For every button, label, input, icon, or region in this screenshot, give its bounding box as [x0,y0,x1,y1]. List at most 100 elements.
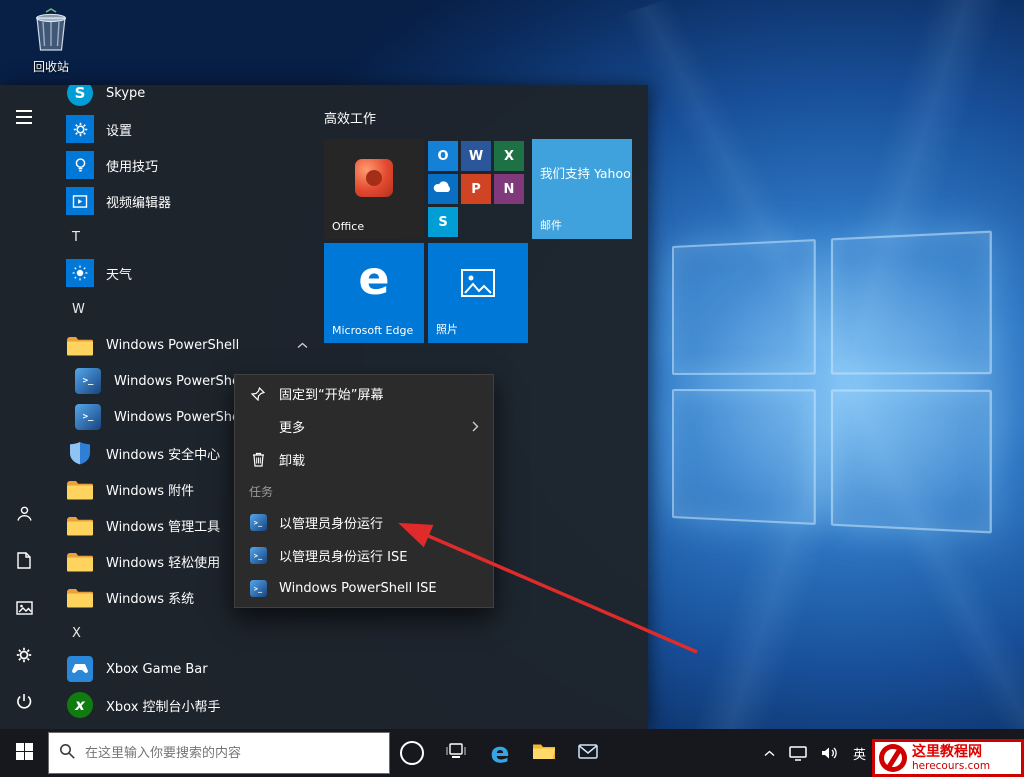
user-icon [16,505,33,526]
app-item-video-editor[interactable]: 视频编辑器 [48,183,324,219]
start-menu-rail [0,85,48,729]
cloud-icon [433,181,453,197]
tile-onedrive[interactable] [428,174,458,204]
task-view-icon [445,743,467,763]
pictures-button[interactable] [0,586,48,633]
section-header-t[interactable]: T [48,219,324,255]
skype-icon: S [66,85,94,107]
xbox-game-bar-icon [66,655,94,683]
power-button[interactable] [0,680,48,727]
tile-skype[interactable]: S [428,207,458,237]
tile-group-title[interactable]: 高效工作 [324,108,376,127]
edge-taskbar-button[interactable]: e [478,729,522,777]
cortana-button[interactable] [390,729,434,777]
windows-logo-pane [830,389,992,534]
blank-icon-space [249,418,267,436]
gear-icon [16,647,32,667]
app-item-settings[interactable]: 设置 [48,111,324,147]
chevron-right-icon [472,421,479,432]
start-button[interactable] [0,729,48,777]
app-item-xbox-console-companion[interactable]: x Xbox 控制台小帮手 [48,687,324,723]
tile-word[interactable]: W [461,141,491,171]
tile-excel[interactable]: X [494,141,524,171]
pin-icon [249,385,267,403]
context-item-run-ise-admin[interactable]: >_ 以管理员身份运行 ISE [235,539,493,572]
context-item-powershell-ise[interactable]: >_ Windows PowerShell ISE [235,572,493,605]
security-shield-icon [66,439,94,467]
photos-icon [461,269,495,301]
powershell-icon: >_ [74,367,102,395]
search-input[interactable] [83,744,379,762]
search-icon [59,743,75,763]
app-item-tips[interactable]: 使用技巧 [48,147,324,183]
section-header-x[interactable]: X [48,615,324,651]
power-icon [16,693,32,714]
folder-icon [66,511,94,539]
app-item-windows-powershell-folder[interactable]: Windows PowerShell [48,327,324,363]
show-hidden-icons-button[interactable] [764,729,775,777]
taskbar-search[interactable] [48,732,390,774]
windows-logo-icon [15,742,33,764]
tile-office-apps-grid: O W X P N S [428,139,528,241]
section-header-w[interactable]: W [48,291,324,327]
app-item-skype[interactable]: S Skype [48,85,324,111]
app-item-weather[interactable]: 天气 [48,255,324,291]
windows-logo-pane [672,389,816,525]
recycle-bin-label: 回收站 [32,60,69,74]
trash-icon [249,451,267,469]
tile-photos[interactable]: 照片 [428,243,528,343]
powershell-ise-icon: >_ [249,580,267,598]
file-explorer-button[interactable] [522,729,566,777]
tips-bulb-icon [66,151,94,179]
tile-powerpoint[interactable]: P [461,174,491,204]
chevron-up-icon[interactable] [297,342,308,349]
watermark-text: 这里教程网 herecours.com [912,744,990,772]
edge-logo-icon: e [358,251,390,305]
settings-button[interactable] [0,633,48,680]
network-icon[interactable] [789,729,807,777]
tile-office[interactable]: Office [324,139,424,239]
folder-icon [532,742,556,765]
mail-envelope-icon [578,743,598,763]
tile-onenote[interactable]: N [494,174,524,204]
cortana-icon [400,741,424,765]
recycle-bin[interactable]: 回收站 [12,6,90,75]
app-item-xbox-game-bar[interactable]: Xbox Game Bar [48,651,324,687]
folder-icon [66,583,94,611]
weather-sun-icon [66,259,94,287]
system-tray: 英 [764,729,866,777]
taskbar: e 英 [0,729,1024,777]
watermark-url: herecours.com [912,760,991,773]
powershell-icon: >_ [74,403,102,431]
powershell-ise-icon: >_ [249,547,267,565]
powershell-context-menu: 固定到“开始”屏幕 更多 卸载 任务 >_ 以管理员身份运行 >_ 以管理员身份… [234,374,494,608]
context-item-more[interactable]: 更多 [235,410,493,443]
video-editor-icon [66,187,94,215]
user-account-button[interactable] [0,492,48,539]
site-watermark: 这里教程网 herecours.com [872,739,1024,777]
xbox-icon: x [66,691,94,719]
tile-outlook[interactable]: O [428,141,458,171]
edge-icon: e [490,736,510,769]
office-logo-icon [355,159,393,197]
documents-button[interactable] [0,539,48,586]
folder-icon [66,547,94,575]
mail-taskbar-button[interactable] [566,729,610,777]
task-view-button[interactable] [434,729,478,777]
recycle-bin-icon [30,8,72,56]
folder-icon [66,331,94,359]
tile-microsoft-edge[interactable]: e Microsoft Edge [324,243,424,343]
expand-menu-button[interactable] [0,93,48,140]
pictures-icon [15,600,33,619]
context-item-uninstall[interactable]: 卸载 [235,443,493,476]
tile-yahoo-mail[interactable]: 我们支持 Yahoo 邮件 [532,139,632,239]
volume-icon[interactable] [821,729,839,777]
hamburger-icon [16,109,32,124]
input-language-indicator[interactable]: 英 [853,729,866,777]
windows-logo-pane [830,230,992,375]
context-item-run-as-admin[interactable]: >_ 以管理员身份运行 [235,506,493,539]
rail-bottom-group [0,492,48,727]
context-item-pin-to-start[interactable]: 固定到“开始”屏幕 [235,377,493,410]
watermark-logo [879,744,907,772]
windows-logo [672,230,992,534]
